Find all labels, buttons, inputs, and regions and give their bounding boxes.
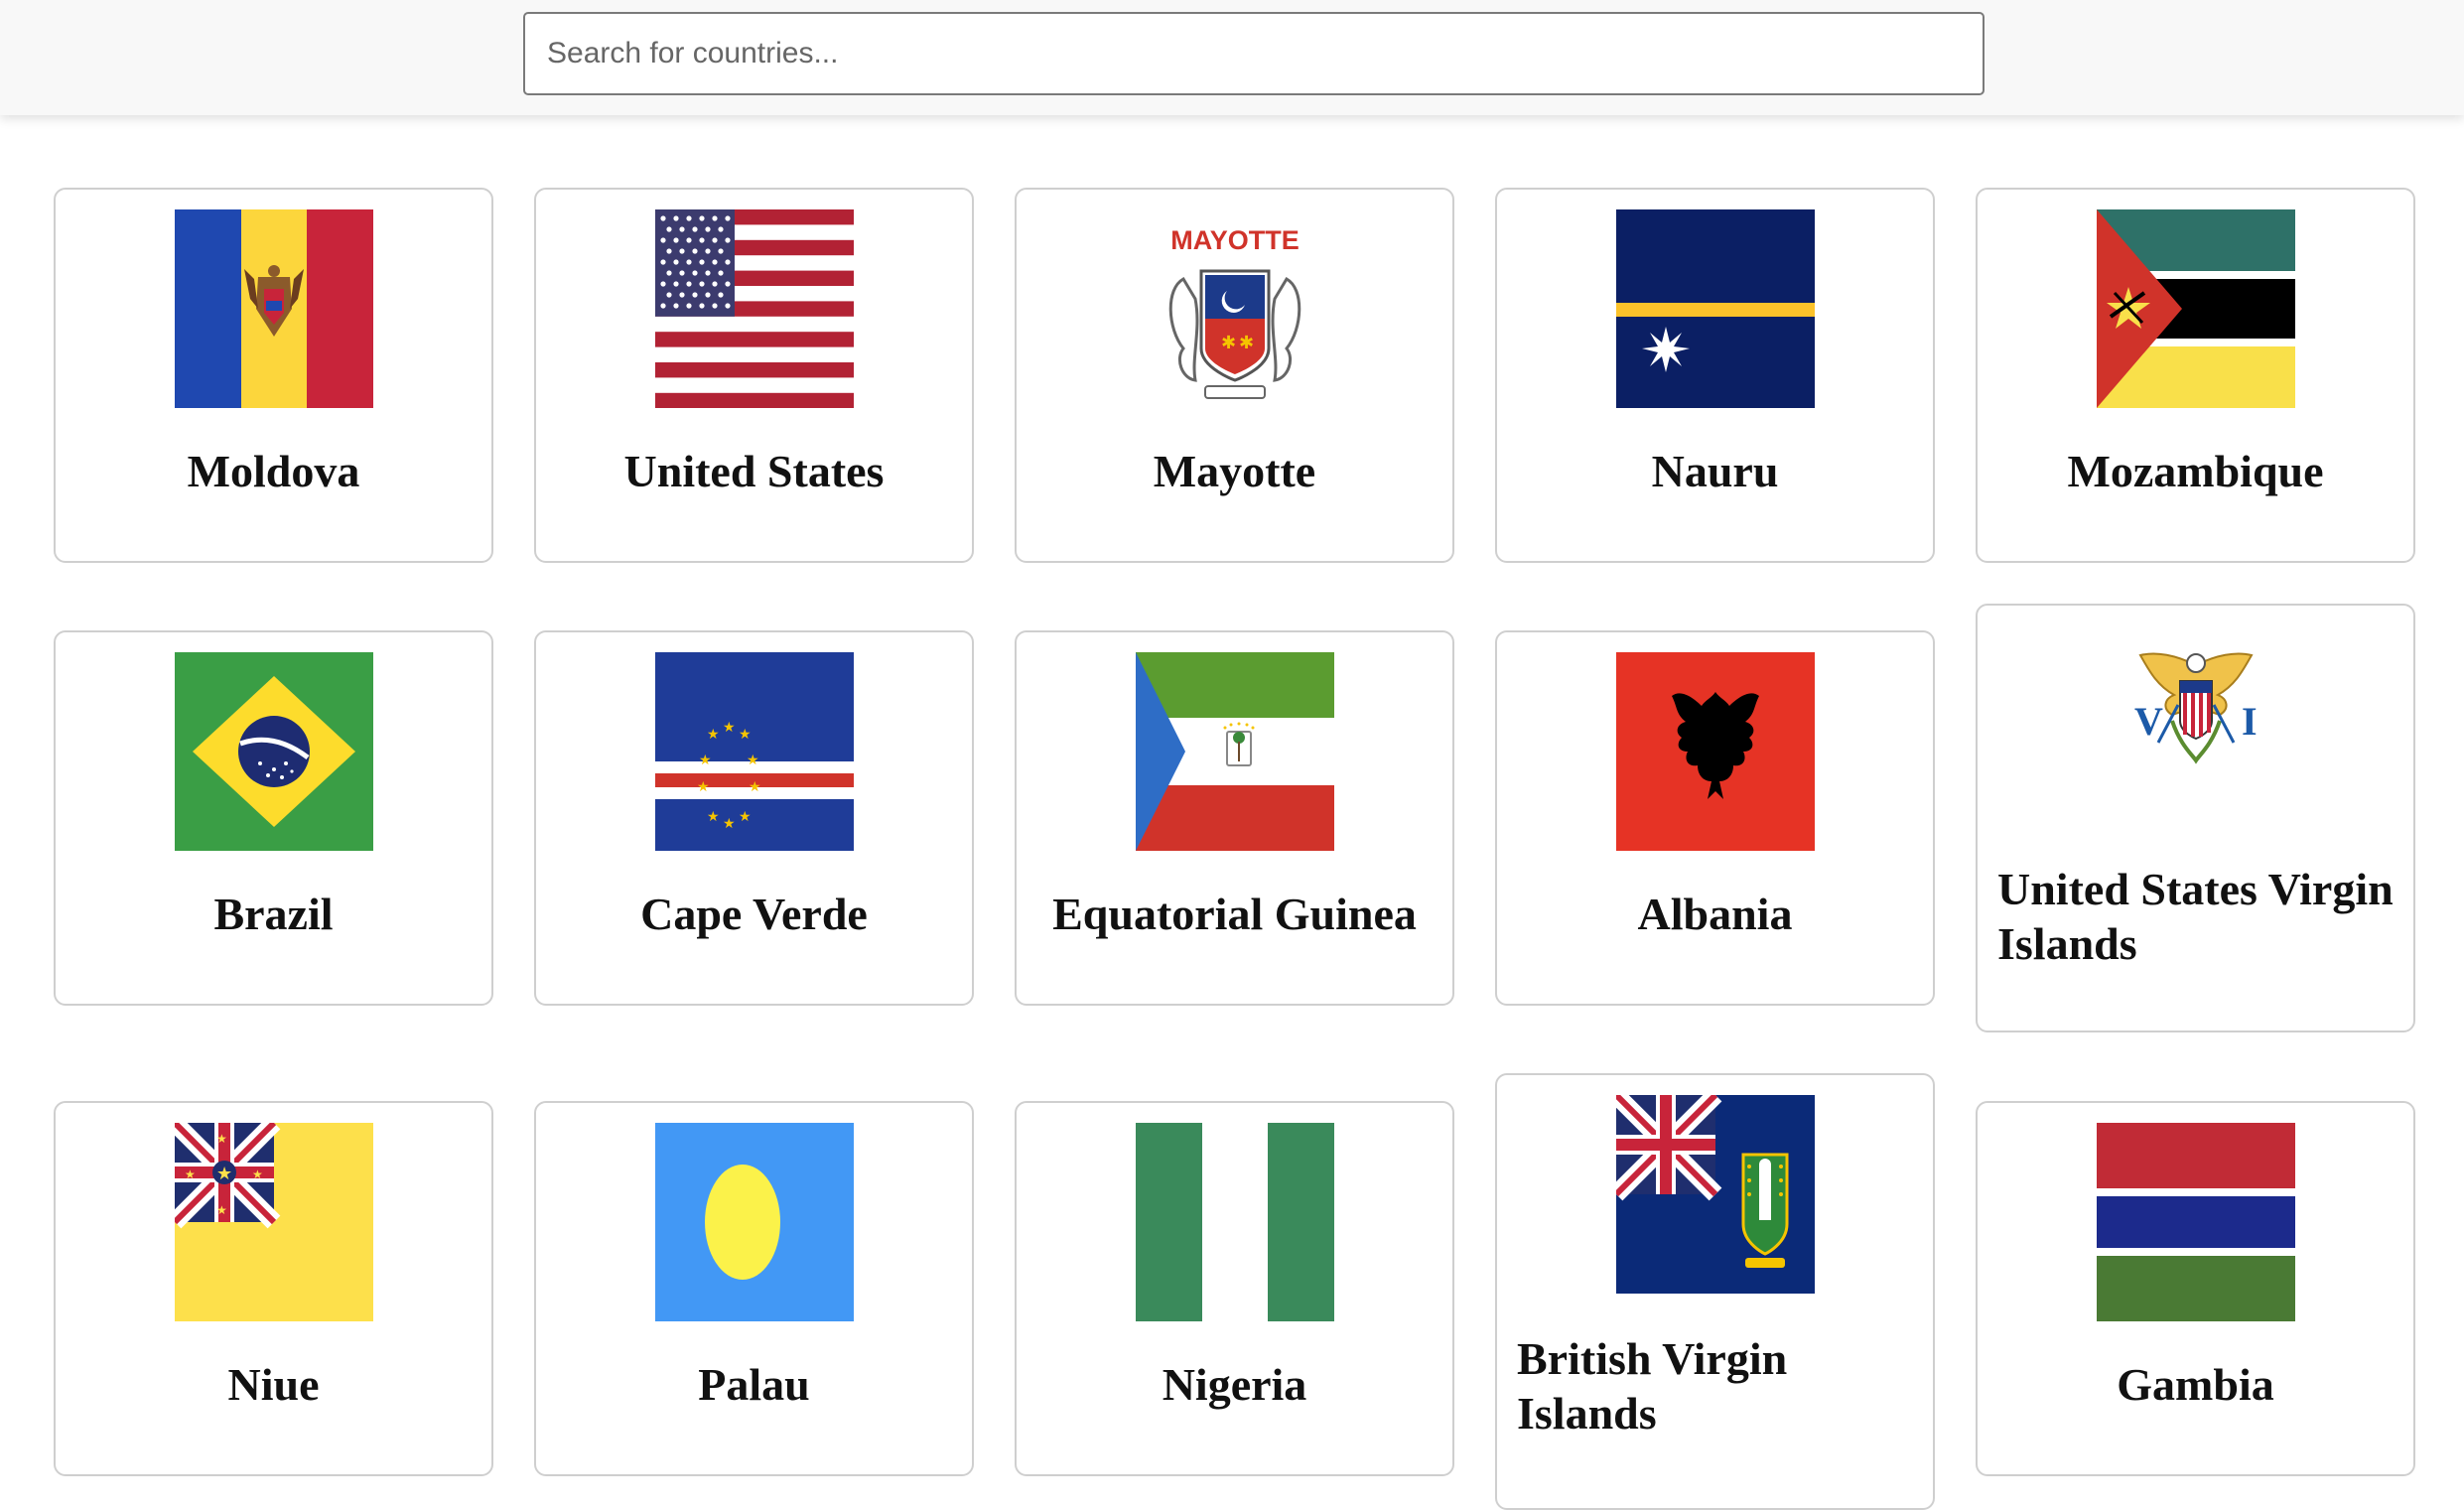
country-card-albania[interactable]: Albania — [1495, 630, 1935, 1006]
svg-text:★: ★ — [707, 727, 720, 743]
country-card-mozambique[interactable]: Mozambique — [1976, 188, 2415, 563]
country-name: Niue — [227, 1359, 320, 1410]
country-name: Nauru — [1651, 446, 1779, 496]
svg-text:★: ★ — [739, 727, 752, 743]
british-virgin-islands-flag-icon — [1615, 1095, 1815, 1294]
country-name: Gambia — [2117, 1359, 2274, 1410]
svg-text:★: ★ — [252, 1167, 263, 1181]
country-card-brazil[interactable]: Brazil — [54, 630, 493, 1006]
svg-text:★: ★ — [216, 1203, 227, 1217]
moldova-flag-icon — [174, 209, 373, 408]
country-name: Moldova — [187, 446, 360, 496]
country-name: Equatorial Guinea — [1052, 889, 1417, 939]
country-name: Mozambique — [2067, 446, 2324, 496]
svg-text:I: I — [2242, 699, 2258, 744]
cape-verde-flag-icon: ★ ★ ★ ★ ★ ★ ★ ★ ★ ★ — [654, 652, 854, 851]
equatorial-guinea-flag-icon — [1135, 652, 1334, 851]
nauru-flag-icon — [1615, 209, 1815, 408]
country-card-equatorial-guinea[interactable]: Equatorial Guinea — [1015, 630, 1454, 1006]
svg-text:★: ★ — [216, 1132, 227, 1146]
search-header — [0, 0, 2464, 115]
mayotte-flag-icon: MAYOTTE ✱ ✱ — [1135, 209, 1334, 408]
gambia-flag-icon — [2096, 1123, 2295, 1321]
country-card-nigeria[interactable]: Nigeria — [1015, 1101, 1454, 1476]
svg-text:★: ★ — [747, 753, 759, 768]
albania-flag-icon — [1615, 652, 1815, 851]
united-states-flag-icon — [654, 209, 854, 408]
svg-text:★: ★ — [216, 1164, 232, 1184]
country-card-niue[interactable]: ★ ★ ★ ★ ★ Niue — [54, 1101, 493, 1476]
country-name: Cape Verde — [640, 889, 868, 939]
country-card-nauru[interactable]: Nauru — [1495, 188, 1935, 563]
search-input[interactable] — [523, 12, 1985, 95]
nigeria-flag-icon — [1135, 1123, 1334, 1321]
country-card-gambia[interactable]: Gambia — [1976, 1101, 2415, 1476]
country-name: United States Virgin Islands — [1997, 864, 2394, 969]
svg-text:★: ★ — [699, 753, 712, 768]
svg-text:★: ★ — [185, 1167, 196, 1181]
svg-text:★: ★ — [723, 816, 736, 832]
svg-text:★: ★ — [697, 779, 710, 795]
country-card-british-virgin-islands[interactable]: British Virgin Islands — [1495, 1073, 1935, 1510]
country-name: Nigeria — [1162, 1359, 1307, 1410]
country-name: Albania — [1637, 889, 1793, 939]
country-name: Mayotte — [1153, 446, 1316, 496]
country-card-moldova[interactable]: Moldova — [54, 188, 493, 563]
country-card-cape-verde[interactable]: ★ ★ ★ ★ ★ ★ ★ ★ ★ ★ Cape Verde — [534, 630, 974, 1006]
brazil-flag-icon — [174, 652, 373, 851]
svg-text:★: ★ — [723, 720, 736, 736]
svg-text:★: ★ — [707, 809, 720, 825]
mozambique-flag-icon — [2096, 209, 2295, 408]
country-name: United States — [623, 446, 885, 496]
country-name: Brazil — [213, 889, 334, 939]
us-virgin-islands-flag-icon: V I — [2096, 625, 2295, 824]
country-name: British Virgin Islands — [1517, 1333, 1788, 1439]
palau-flag-icon — [654, 1123, 854, 1321]
country-name: Palau — [698, 1359, 810, 1410]
svg-text:✱: ✱ — [1221, 333, 1236, 353]
country-card-mayotte[interactable]: MAYOTTE ✱ ✱ Mayotte — [1015, 188, 1454, 563]
country-card-united-states[interactable]: United States — [534, 188, 974, 563]
svg-text:★: ★ — [739, 809, 752, 825]
svg-text:V: V — [2134, 699, 2163, 744]
mayotte-flag-text: MAYOTTE — [1170, 225, 1300, 255]
niue-flag-icon: ★ ★ ★ ★ ★ — [174, 1123, 373, 1321]
svg-text:★: ★ — [749, 779, 761, 795]
country-card-us-virgin-islands[interactable]: V I United States Virgin Islands — [1976, 604, 2415, 1032]
country-card-palau[interactable]: Palau — [534, 1101, 974, 1476]
svg-text:✱: ✱ — [1239, 333, 1254, 353]
